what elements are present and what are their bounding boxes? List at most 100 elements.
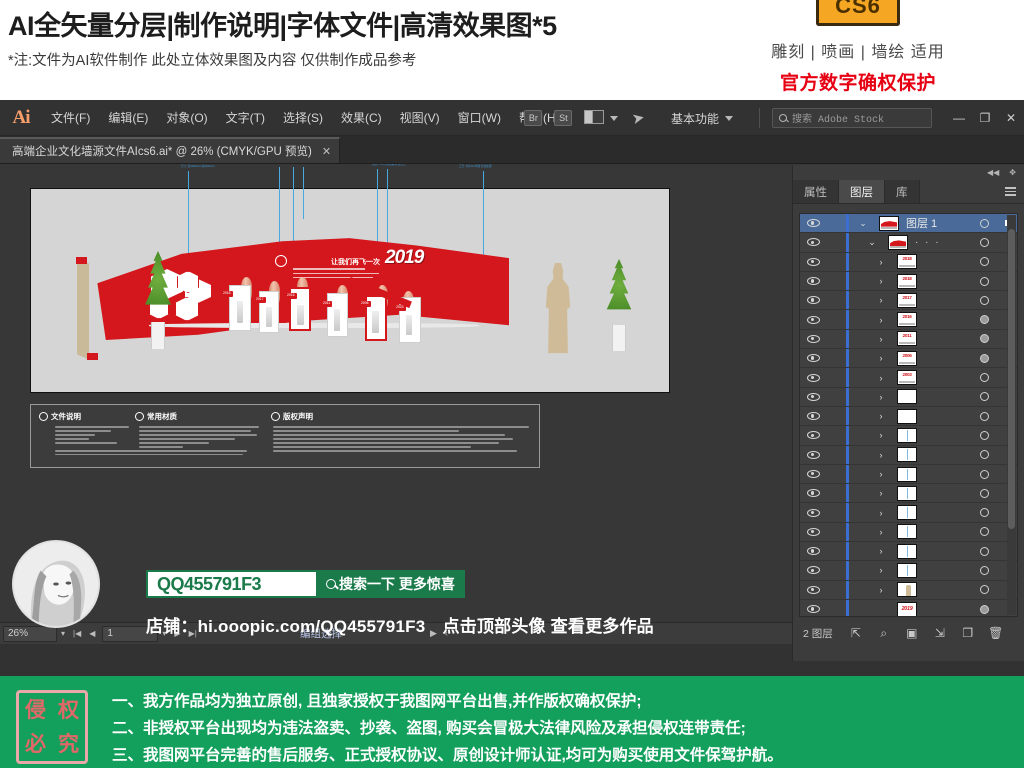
tab-libraries[interactable]: 库 (885, 180, 920, 203)
chevron-right-icon[interactable]: › (867, 488, 895, 498)
eye-icon[interactable] (800, 238, 826, 247)
layer-row[interactable]: › 2017 (800, 291, 1017, 311)
chevron-right-icon[interactable]: › (867, 373, 895, 383)
layer-row[interactable]: › (800, 522, 1017, 543)
close-icon[interactable]: ✕ (322, 145, 331, 158)
menu-view[interactable]: 视图(V) (391, 100, 449, 136)
target-indicator[interactable] (969, 508, 999, 518)
layer-row[interactable]: › (800, 387, 1017, 407)
eye-icon[interactable] (800, 392, 826, 401)
artboard[interactable]: 尺寸: 宽1200mm×高2400mm 字体: Source Han Sans … (30, 164, 670, 393)
target-indicator[interactable] (969, 430, 999, 440)
chevron-right-icon[interactable]: › (867, 276, 895, 286)
eye-icon[interactable] (800, 527, 826, 536)
menu-window[interactable]: 窗口(W) (449, 100, 510, 136)
layer-row[interactable]: › (800, 406, 1017, 427)
chevron-right-icon[interactable]: › (867, 585, 895, 595)
layer-row[interactable]: › (800, 445, 1017, 465)
layer-row[interactable]: › (800, 580, 1017, 600)
info-board[interactable]: 文件说明 常用材质 版权声明 (30, 404, 540, 468)
workspace-chevron-down-icon[interactable] (725, 115, 733, 121)
target-indicator[interactable] (969, 315, 999, 325)
target-indicator[interactable] (969, 469, 999, 479)
target-indicator[interactable] (969, 218, 999, 228)
arrange-documents-icon[interactable] (584, 110, 606, 126)
window-close-button[interactable]: ✕ (998, 111, 1024, 125)
release-icon[interactable]: ⇲ (933, 626, 947, 640)
eye-icon[interactable] (800, 566, 826, 575)
chevron-right-icon[interactable]: › (867, 334, 895, 344)
layer-list[interactable]: ⌄ 图层 1 ⌄ · · · › 2018 › 2018 › 2017 › 2016 › 2011 › 200… (799, 213, 1018, 617)
chevron-right-icon[interactable]: › (867, 546, 895, 556)
chevron-right-icon[interactable]: › (867, 411, 895, 421)
target-indicator[interactable] (969, 373, 999, 383)
delete-layer-icon[interactable]: 🗑 (988, 626, 1003, 640)
document-tab[interactable]: 高端企业文化墙源文件AIcs6.ai* @ 26% (CMYK/GPU 预览) … (0, 137, 341, 163)
layer-name[interactable]: · · · (908, 237, 969, 248)
layer-row[interactable]: › 2018 (800, 271, 1017, 292)
tab-properties[interactable]: 属性 (793, 180, 839, 203)
target-indicator[interactable] (969, 353, 999, 363)
target-indicator[interactable] (969, 546, 999, 556)
target-indicator[interactable] (969, 411, 999, 421)
avatar[interactable] (12, 540, 100, 628)
eye-icon[interactable] (800, 334, 826, 343)
window-restore-button[interactable]: ❐ (972, 111, 998, 125)
chevron-right-icon[interactable]: › (867, 430, 895, 440)
stock-button[interactable]: St (554, 110, 573, 126)
find-layer-icon[interactable]: ⌕ (877, 626, 891, 640)
target-indicator[interactable] (969, 527, 999, 537)
chevron-down-icon[interactable]: ⌄ (858, 237, 886, 248)
eye-icon[interactable] (800, 605, 826, 614)
shop-search-widget[interactable]: QQ455791F3 搜索一下 更多惊喜 (146, 570, 465, 598)
layer-row[interactable]: › 2003 (800, 368, 1017, 388)
stock-search-input[interactable]: 搜索 Adobe Stock (772, 108, 932, 128)
layer-row[interactable]: › 2006 (800, 349, 1017, 369)
target-indicator[interactable] (969, 450, 999, 460)
tab-layers[interactable]: 图层 (839, 180, 885, 203)
target-indicator[interactable] (969, 488, 999, 498)
window-minimize-button[interactable]: — (946, 111, 972, 125)
layer-row[interactable]: › 2018 (800, 252, 1017, 272)
eye-icon[interactable] (800, 315, 826, 324)
eye-icon[interactable] (800, 412, 826, 421)
layer-row[interactable]: ⌄ 图层 1 (800, 214, 1017, 234)
locate-object-icon[interactable]: ⇱ (849, 626, 863, 640)
layer-row[interactable]: › 2016 (800, 310, 1017, 330)
layer-row[interactable]: › (800, 484, 1017, 504)
chevron-right-icon[interactable]: › (867, 392, 895, 402)
eye-icon[interactable] (800, 489, 826, 498)
target-indicator[interactable] (969, 276, 999, 286)
eye-icon[interactable] (800, 547, 826, 556)
chevron-right-icon[interactable]: › (867, 565, 895, 575)
target-indicator[interactable] (969, 295, 999, 305)
menu-edit[interactable]: 编辑(E) (99, 100, 157, 136)
scrollbar-thumb[interactable] (1008, 229, 1015, 529)
eye-icon[interactable] (800, 431, 826, 440)
target-indicator[interactable] (969, 392, 999, 402)
menu-file[interactable]: 文件(F) (42, 100, 99, 136)
chevron-right-icon[interactable]: › (867, 353, 895, 363)
layer-row[interactable]: ⌄ · · · (800, 233, 1017, 253)
target-indicator[interactable] (969, 604, 999, 614)
qq-search-input[interactable]: QQ455791F3 (146, 570, 318, 598)
make-clipping-mask-icon[interactable]: ▣ (905, 626, 919, 640)
menu-effect[interactable]: 效果(C) (332, 100, 391, 136)
panel-menu-icon[interactable] (1005, 180, 1016, 203)
layer-row[interactable]: › (800, 426, 1017, 446)
new-layer-icon[interactable]: ❐ (961, 626, 975, 640)
target-indicator[interactable] (969, 334, 999, 344)
target-indicator[interactable] (969, 585, 999, 595)
layer-row[interactable]: 2019 (800, 599, 1017, 616)
layer-row[interactable]: › (800, 464, 1017, 485)
chevron-right-icon[interactable]: › (867, 315, 895, 325)
eye-icon[interactable] (800, 470, 826, 478)
menu-object[interactable]: 对象(O) (157, 100, 216, 136)
expand-panel-icon[interactable]: ✥ (1009, 168, 1016, 177)
menu-type[interactable]: 文字(T) (217, 100, 274, 136)
eye-icon[interactable] (800, 450, 826, 459)
collapse-panel-icon[interactable]: ◀◀ (987, 168, 999, 177)
chevron-down-icon[interactable] (610, 115, 619, 121)
eye-icon[interactable] (800, 585, 826, 594)
eye-icon[interactable] (800, 219, 826, 228)
